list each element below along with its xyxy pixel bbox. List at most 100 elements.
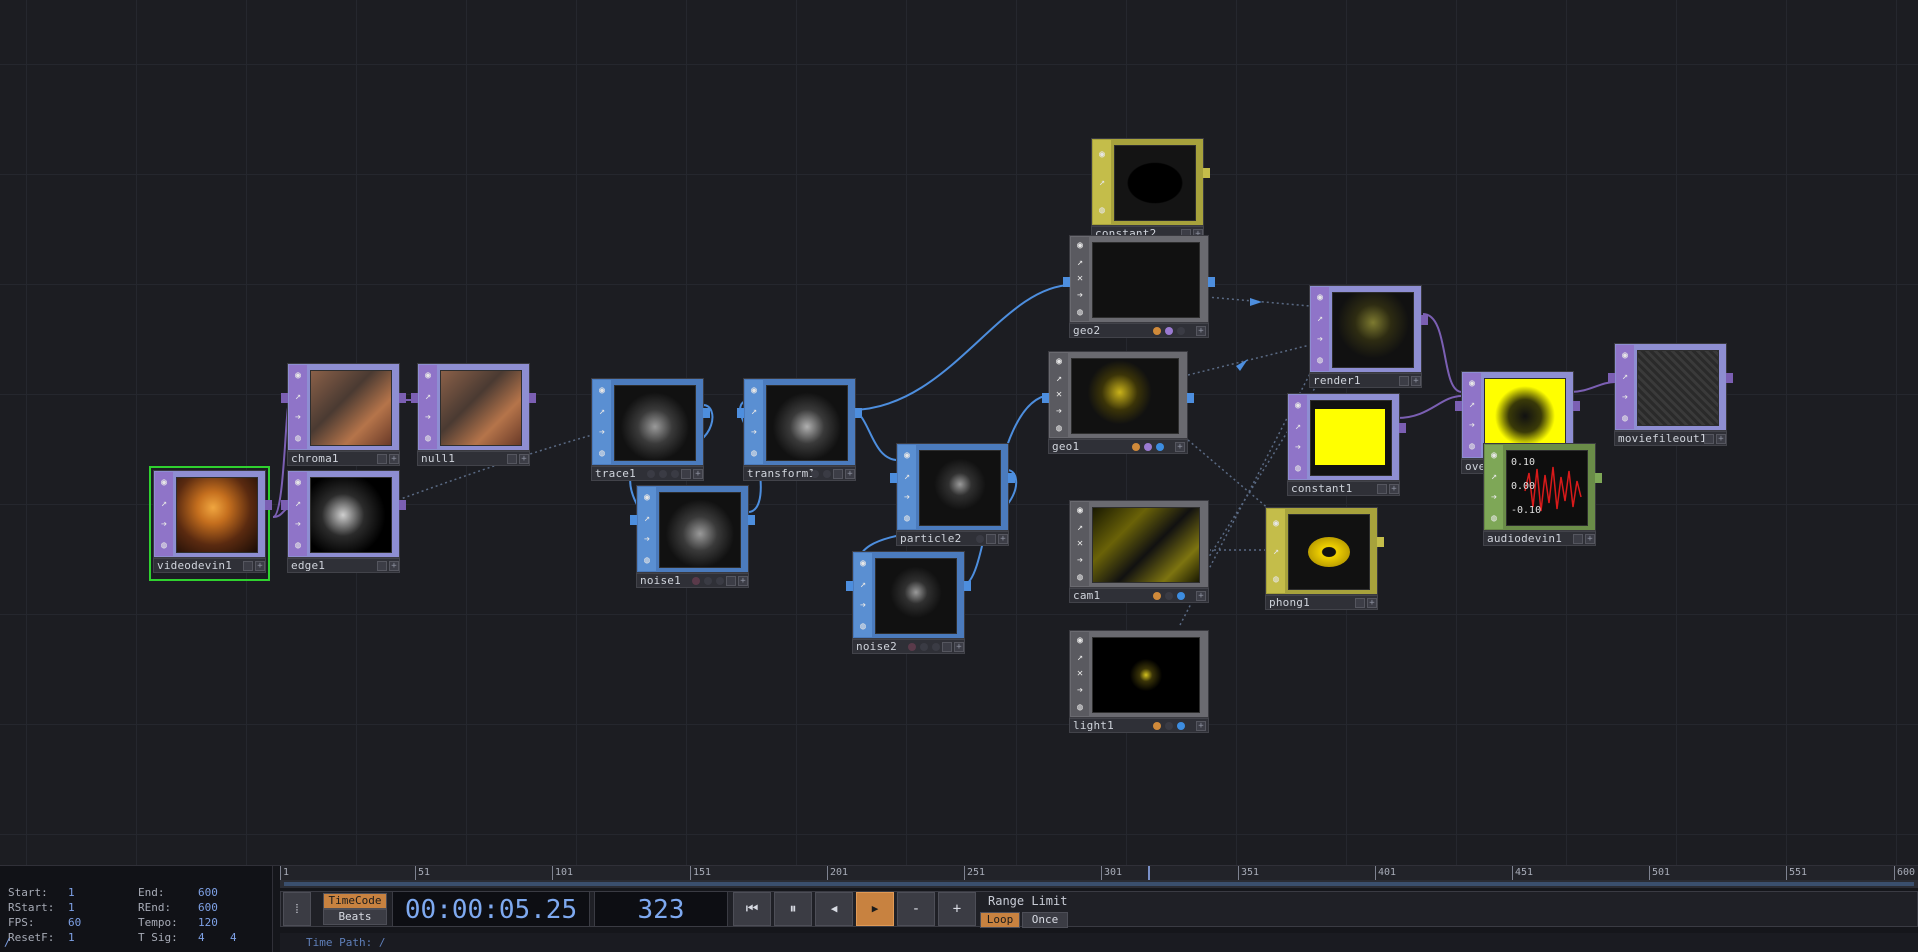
lock-flag-icon[interactable]: ◍ (1074, 701, 1087, 714)
viewer-flag-icon[interactable]: ◉ (1074, 504, 1087, 517)
output-connector[interactable] (1203, 168, 1210, 178)
node-expand-icon[interactable]: + (255, 561, 265, 571)
lock-flag-icon[interactable]: ◍ (641, 554, 654, 567)
bypass-flag-icon[interactable]: ↗ (748, 405, 761, 418)
input-connector[interactable] (890, 473, 897, 483)
output-connector[interactable] (1726, 373, 1733, 383)
viewer-flag-icon[interactable]: ◉ (1270, 517, 1283, 530)
viewer-flag-icon[interactable]: ◉ (1074, 239, 1087, 252)
viewer-flag-icon[interactable]: ◉ (1314, 291, 1327, 304)
bypass-flag-icon[interactable]: ↗ (1053, 372, 1066, 385)
node-noise2[interactable]: ◉ ↗ ➔ ◍ noise2 + (846, 551, 971, 658)
node-render1[interactable]: ◉ ↗ ➔ ◍ render1 + (1309, 285, 1428, 392)
lock-flag-icon[interactable]: ◍ (1270, 573, 1283, 586)
viewer-flag-icon[interactable]: ◉ (1488, 449, 1501, 462)
clone-flag-icon[interactable]: ✕ (1074, 272, 1087, 285)
input-connector[interactable] (1608, 373, 1615, 383)
flag-dot[interactable] (920, 643, 928, 651)
flag-dot[interactable] (1165, 327, 1173, 335)
viewer-flag-icon[interactable]: ◉ (158, 476, 171, 489)
node-label[interactable]: noise1 (640, 574, 681, 587)
beats-toggle[interactable]: Beats (323, 909, 387, 925)
lock-flag-icon[interactable]: ◍ (1314, 354, 1327, 367)
flag-dot[interactable] (1165, 722, 1173, 730)
display-flag-icon[interactable]: ➔ (1292, 441, 1305, 454)
node-expand-icon[interactable]: + (1367, 598, 1377, 608)
flag-dot[interactable] (1153, 592, 1161, 600)
display-flag-icon[interactable]: ➔ (422, 411, 435, 424)
node-toggle[interactable] (1355, 598, 1365, 608)
output-connector[interactable] (1573, 401, 1580, 411)
node-toggle[interactable] (507, 454, 517, 464)
node-noise1[interactable]: ◉ ↗ ➔ ◍ noise1 + (630, 485, 755, 592)
node-transform1[interactable]: ◉ ↗ ➔ ◍ transform1 + (737, 378, 862, 485)
rstart-value[interactable]: 1 (68, 901, 138, 914)
node-videodevin1[interactable]: ◉ ↗ ➔ ◍ videodevin1 + (149, 466, 272, 581)
output-connector[interactable] (399, 500, 406, 510)
node-cam1[interactable]: ◉ ↗ ✕ ➔ ◍ cam1 + (1069, 500, 1209, 607)
start-value[interactable]: 1 (68, 886, 138, 899)
node-geo1[interactable]: ◉ ↗ ✕ ➔ ◍ geo1 + (1042, 351, 1194, 458)
display-flag-icon[interactable]: ➔ (1074, 684, 1087, 697)
bypass-flag-icon[interactable]: ↗ (158, 497, 171, 510)
bypass-flag-icon[interactable]: ↗ (1270, 545, 1283, 558)
viewer-flag-icon[interactable]: ◉ (1053, 355, 1066, 368)
tsig-denominator[interactable]: 4 (230, 931, 250, 944)
node-expand-icon[interactable]: + (954, 642, 964, 652)
node-expand-icon[interactable]: + (1196, 326, 1206, 336)
frame-display[interactable]: 323 (594, 891, 728, 927)
lock-flag-icon[interactable]: ◍ (292, 432, 305, 445)
end-value[interactable]: 600 (198, 886, 268, 899)
network-editor[interactable]: ◉ ↗ ➔ ◍ videodevin1 + ◉ ↗ ➔ ◍ chroma1 + … (0, 0, 1918, 865)
node-expand-icon[interactable]: + (1389, 484, 1399, 494)
node-label[interactable]: noise2 (856, 640, 897, 653)
node-moviefileout1[interactable]: ◉ ↗ ➔ ◍ moviefileout1 + (1608, 343, 1733, 450)
node-toggle[interactable] (1704, 434, 1714, 444)
viewer-flag-icon[interactable]: ◉ (1466, 377, 1479, 390)
node-chroma1[interactable]: ◉ ↗ ➔ ◍ chroma1 + (281, 363, 406, 470)
display-flag-icon[interactable]: ➔ (292, 411, 305, 424)
bar-handle-icon[interactable]: ⁞ (283, 892, 311, 926)
bypass-flag-icon[interactable]: ↗ (857, 578, 870, 591)
output-connector[interactable] (529, 393, 536, 403)
display-flag-icon[interactable]: ➔ (641, 533, 654, 546)
node-toggle[interactable] (1573, 534, 1583, 544)
lock-flag-icon[interactable]: ◍ (596, 447, 609, 460)
display-flag-icon[interactable]: ➔ (292, 518, 305, 531)
output-connector[interactable] (1008, 473, 1015, 483)
node-expand-icon[interactable]: + (389, 454, 399, 464)
input-connector[interactable] (1063, 277, 1070, 287)
node-toggle[interactable] (726, 576, 736, 586)
timecode-toggle[interactable]: TimeCode (323, 893, 387, 909)
node-expand-icon[interactable]: + (389, 561, 399, 571)
flag-dot[interactable] (1153, 327, 1161, 335)
bypass-flag-icon[interactable]: ↗ (422, 390, 435, 403)
range-bar[interactable] (280, 880, 1918, 888)
viewer-flag-icon[interactable]: ◉ (1619, 349, 1632, 362)
output-connector[interactable] (1595, 473, 1602, 483)
flag-dot[interactable] (659, 470, 667, 478)
bypass-flag-icon[interactable]: ↗ (1292, 420, 1305, 433)
play-reverse-icon[interactable]: ◀ (815, 892, 853, 926)
input-connector[interactable] (281, 500, 288, 510)
node-expand-icon[interactable]: + (519, 454, 529, 464)
output-connector[interactable] (1208, 277, 1215, 287)
display-flag-icon[interactable]: ➔ (1053, 405, 1066, 418)
node-particle2[interactable]: ◉ ↗ ➔ ◍ particle2 + (890, 443, 1015, 550)
node-toggle[interactable] (986, 534, 996, 544)
flag-dot[interactable] (1177, 722, 1185, 730)
node-toggle[interactable] (243, 561, 253, 571)
lock-flag-icon[interactable]: ◍ (901, 512, 914, 525)
node-expand-icon[interactable]: + (1716, 434, 1726, 444)
flag-dot[interactable] (932, 643, 940, 651)
node-light1[interactable]: ◉ ↗ ✕ ➔ ◍ light1 + (1069, 630, 1209, 737)
bypass-flag-icon[interactable]: ↗ (1619, 370, 1632, 383)
output-connector[interactable] (399, 393, 406, 403)
node-label[interactable]: constant1 (1291, 482, 1352, 495)
node-label[interactable]: phong1 (1269, 596, 1310, 609)
lock-flag-icon[interactable]: ◍ (1292, 462, 1305, 475)
node-label[interactable]: edge1 (291, 559, 325, 572)
clone-flag-icon[interactable]: ✕ (1053, 388, 1066, 401)
bypass-flag-icon[interactable]: ↗ (1074, 521, 1087, 534)
viewer-flag-icon[interactable]: ◉ (422, 369, 435, 382)
